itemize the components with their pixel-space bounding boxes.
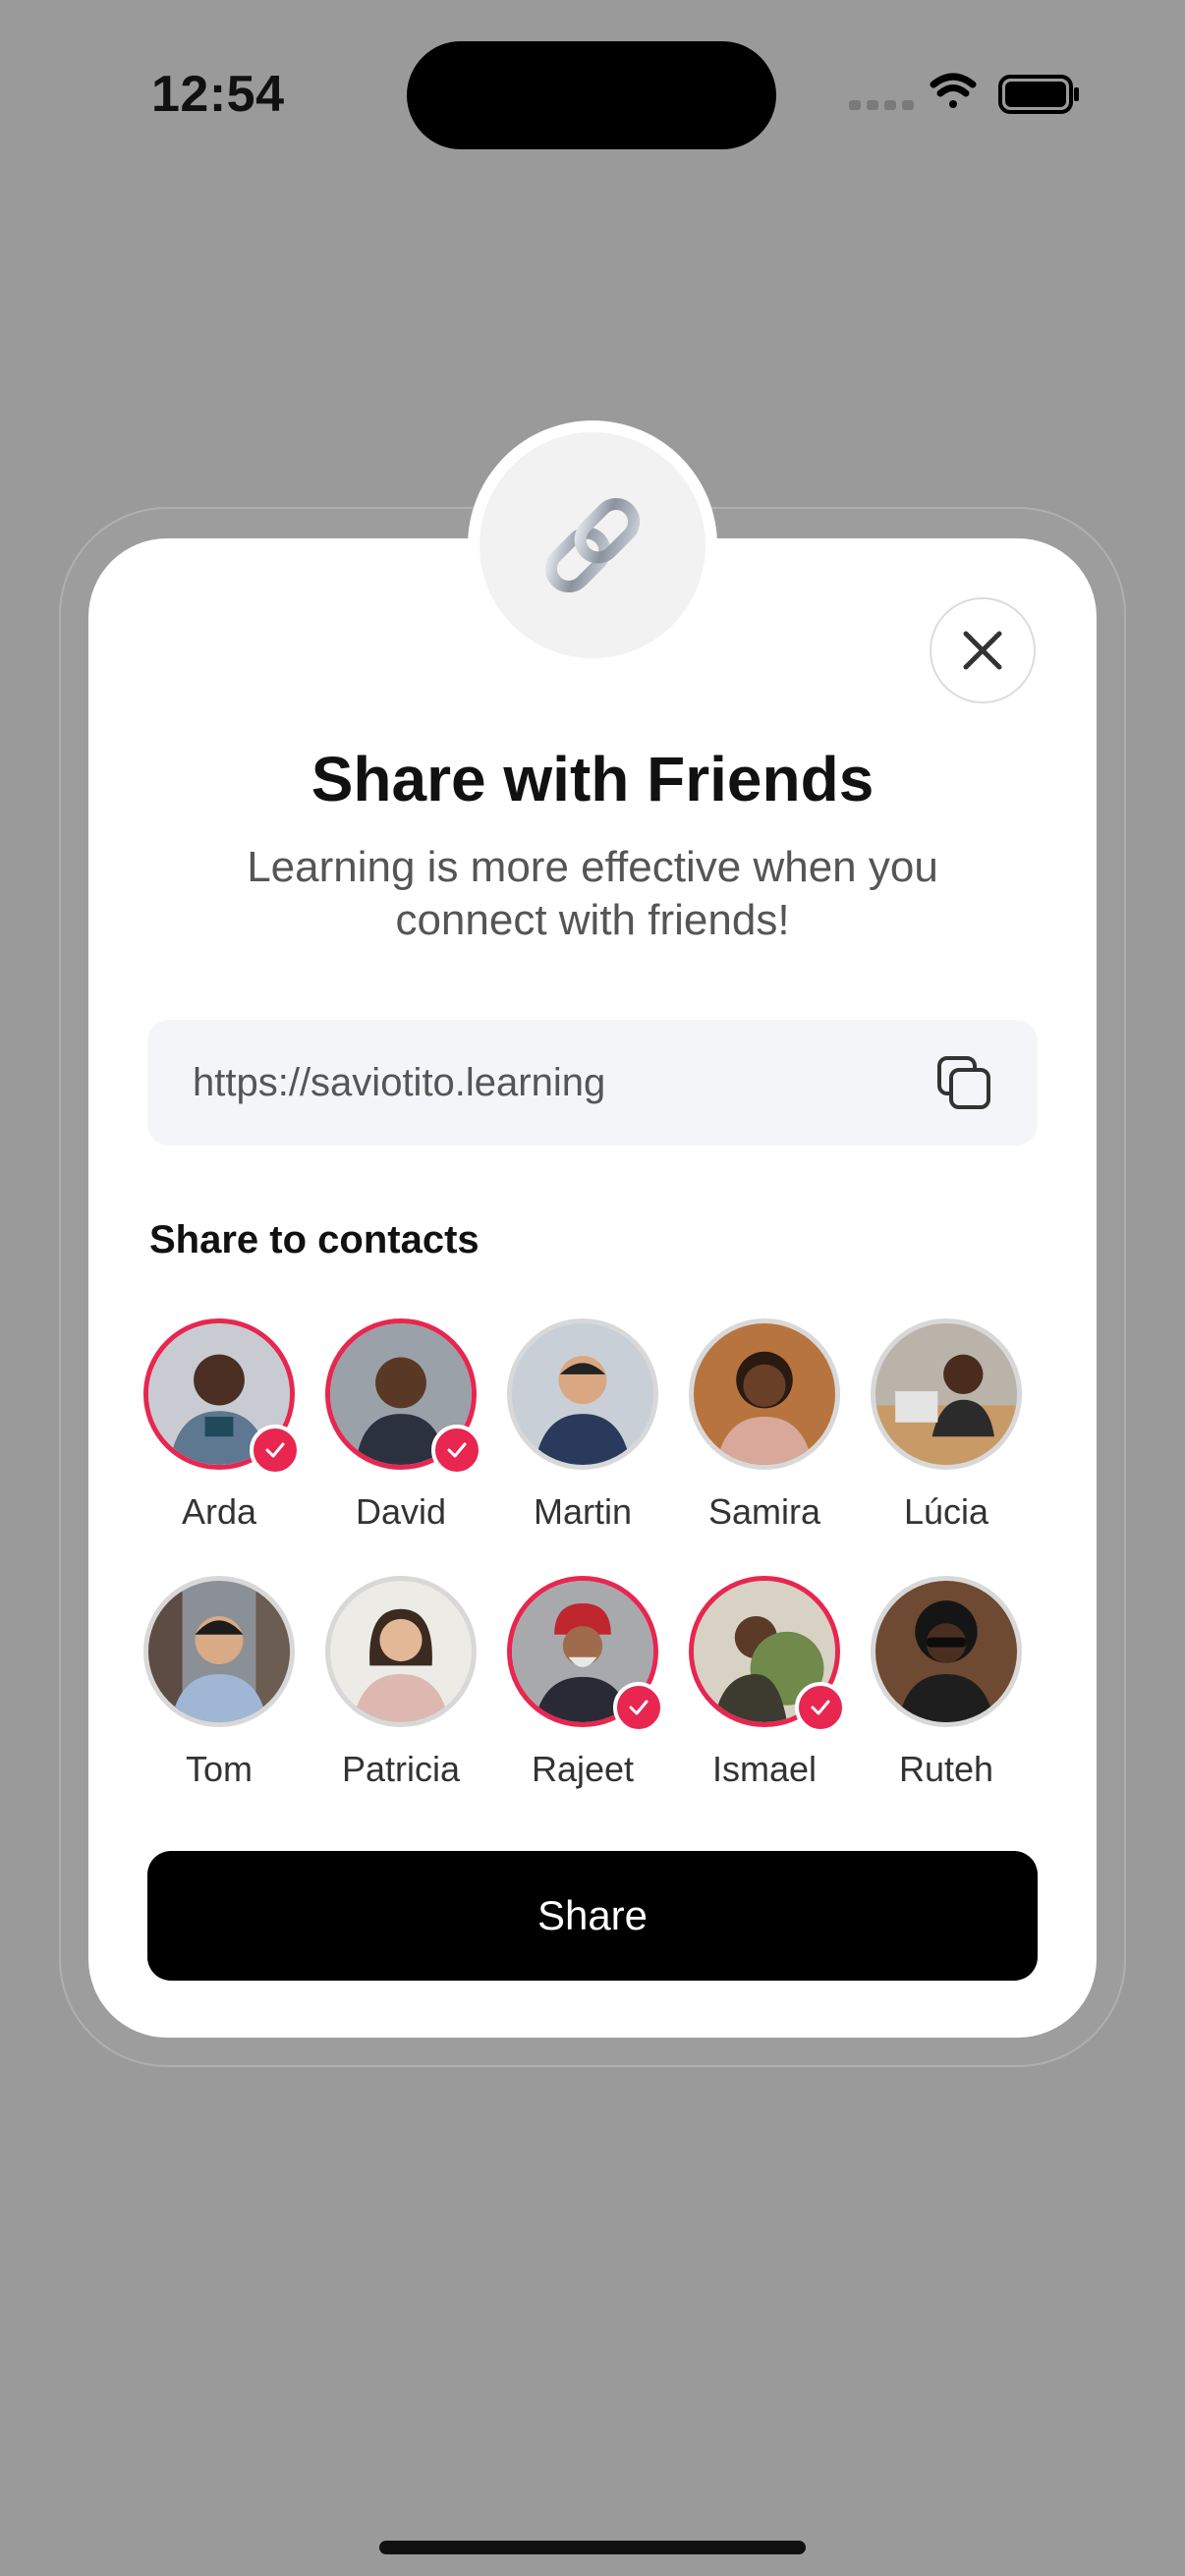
battery-icon [998, 75, 1079, 114]
home-indicator [379, 2541, 806, 2554]
contact-ruteh[interactable]: Ruteh [865, 1576, 1028, 1790]
contact-name: Arda [181, 1491, 257, 1532]
selected-check-icon [250, 1425, 301, 1476]
dynamic-island [407, 41, 776, 149]
contact-ismael[interactable]: Ismael [683, 1576, 846, 1790]
contact-samira[interactable]: Samira [683, 1318, 846, 1533]
wifi-icon [930, 73, 977, 108]
contact-tom[interactable]: Tom [138, 1576, 301, 1790]
contact-name: Samira [707, 1491, 821, 1532]
avatar [689, 1318, 840, 1470]
contact-name: Patricia [341, 1749, 461, 1789]
dialog-title: Share with Friends [310, 744, 875, 814]
avatar [507, 1318, 658, 1470]
status-indicators [845, 69, 1081, 118]
contact-name: David [355, 1491, 447, 1532]
avatar [871, 1318, 1022, 1470]
selected-check-icon [613, 1682, 664, 1733]
avatar [143, 1576, 295, 1727]
contact-name: Ismael [711, 1749, 818, 1789]
cellular-signal-icon [849, 100, 914, 110]
contact-patricia[interactable]: Patricia [319, 1576, 482, 1790]
avatar [325, 1576, 477, 1727]
dialog-subtitle: Learning is more effective when you conn… [247, 843, 938, 944]
selected-check-icon [795, 1682, 846, 1733]
contact-arda[interactable]: Arda [138, 1318, 301, 1533]
contact-name: Rajeet [531, 1749, 635, 1789]
copy-button[interactable] [935, 1054, 992, 1111]
contact-lucia[interactable]: Lúcia [865, 1318, 1028, 1533]
selected-check-icon [431, 1425, 482, 1476]
avatar [871, 1576, 1022, 1727]
share-button[interactable]: Share [147, 1851, 1038, 1981]
contacts-section-label: Share to contacts [149, 1218, 480, 1261]
link-chain-icon [544, 497, 641, 593]
contact-name: Lúcia [903, 1491, 989, 1532]
contact-name: Tom [185, 1749, 253, 1789]
contact-name: Ruteh [898, 1749, 994, 1789]
contact-martin[interactable]: Martin [501, 1318, 664, 1533]
close-icon [963, 631, 1002, 670]
contact-rajeet[interactable]: Rajeet [501, 1576, 664, 1790]
share-url-text: https://saviotito.learning [193, 1060, 606, 1104]
status-time: 12:54 [151, 66, 285, 123]
contact-david[interactable]: David [319, 1318, 482, 1533]
copy-icon [937, 1056, 990, 1109]
contact-name: Martin [533, 1491, 633, 1532]
share-url-field[interactable]: https://saviotito.learning [147, 1020, 1038, 1146]
close-button[interactable] [930, 597, 1036, 703]
link-badge [468, 420, 717, 670]
